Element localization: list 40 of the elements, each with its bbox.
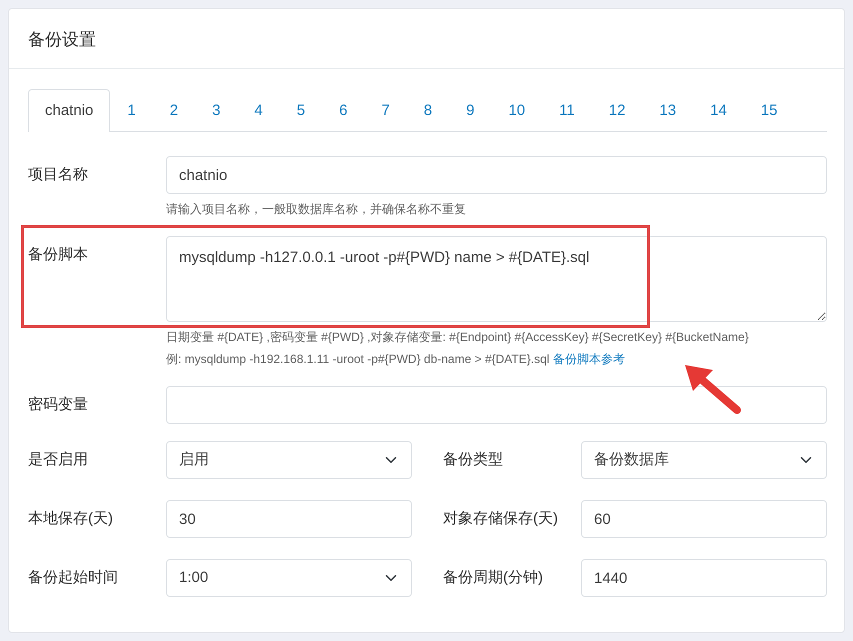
field-label: 对象存储保存(天)	[443, 509, 559, 529]
reference-link[interactable]: 备份脚本参考	[552, 352, 625, 366]
field-label: 是否启用	[28, 450, 89, 470]
select-field[interactable]: 备份数据库	[581, 441, 827, 479]
tab[interactable]: 8	[406, 88, 450, 132]
hint-text: 日期变量 #{DATE} ,密码变量 #{PWD} ,对象存储变量: #{Endpoint} #{AccessKey} #{SecretKey} #{BucketName}	[166, 330, 749, 344]
field-label: 备份类型	[443, 450, 504, 470]
field-label: 备份周期(分钟)	[443, 568, 544, 588]
field-label: 备份脚本	[28, 245, 89, 265]
card-title: 备份设置	[9, 9, 844, 68]
hint-text: 例: mysqldump -h192.168.1.11 -uroot -p#{PWD} db-name > #{DATE}.sql	[166, 352, 550, 366]
input-field[interactable]: 60	[581, 500, 827, 538]
field-label: 项目名称	[28, 165, 89, 185]
tab[interactable]: 2	[152, 88, 196, 132]
input-field[interactable]: 30	[166, 500, 412, 538]
tab[interactable]: 9	[449, 88, 492, 132]
tab[interactable]: 3	[195, 88, 238, 132]
hint-text: 请输入项目名称，一般取数据库名称，并确保名称不重复	[166, 202, 466, 216]
tab[interactable]: 6	[322, 88, 364, 132]
field-label: 密码变量	[28, 395, 89, 415]
tab[interactable]: 4	[237, 88, 280, 132]
tab[interactable]: 5	[280, 88, 322, 132]
script-field[interactable]: mysqldump -h127.0.0.1 -uroot -p#{PWD} name > #{DATE}.sql	[166, 236, 827, 322]
tab[interactable]: 10	[491, 88, 542, 132]
arrow-icon	[683, 364, 743, 416]
tab[interactable]: 14	[693, 88, 744, 132]
input-field[interactable]: chatnio	[166, 156, 827, 194]
input-field[interactable]	[166, 386, 827, 424]
tab[interactable]: 1	[110, 88, 153, 132]
tab[interactable]: 11	[542, 88, 592, 132]
tab[interactable]: 13	[642, 88, 694, 132]
tab[interactable]: 15	[744, 88, 794, 132]
field-label: 本地保存(天)	[28, 509, 114, 529]
tab[interactable]: chatnio	[28, 88, 110, 132]
select-field[interactable]: 1:00	[166, 559, 412, 597]
tab[interactable]: 12	[592, 88, 642, 132]
input-field[interactable]: 1440	[581, 559, 827, 597]
tab[interactable]: 7	[364, 88, 407, 132]
field-label: 备份起始时间	[28, 568, 119, 588]
select-field[interactable]: 启用	[166, 441, 412, 479]
